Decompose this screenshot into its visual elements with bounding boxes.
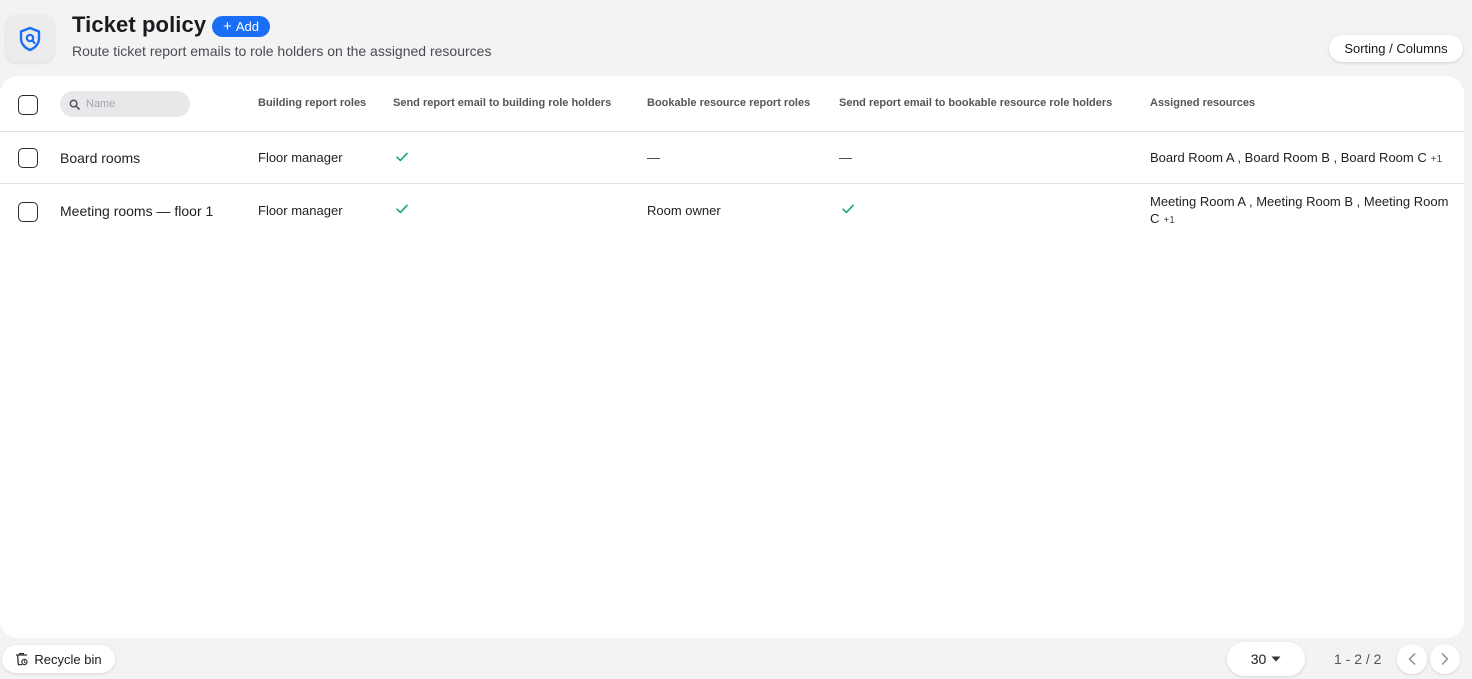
table-row[interactable]: Meeting rooms — floor 1 Floor manager Ro…: [0, 184, 1464, 240]
add-button[interactable]: + Add: [212, 16, 270, 37]
table-panel: Building report roles Send report email …: [0, 76, 1464, 638]
plus-icon: +: [223, 17, 232, 35]
page-title: Ticket policy: [72, 12, 207, 37]
trash-icon: [16, 653, 28, 666]
assigned-resources-list: Board Room A , Board Room B , Board Room…: [1150, 150, 1427, 165]
check-icon: [396, 204, 408, 214]
assigned-resources: Meeting Room A , Meeting Room B , Meetin…: [1150, 193, 1462, 229]
chevron-right-icon: [1441, 653, 1449, 665]
column-assigned-resources[interactable]: Assigned resources: [1150, 97, 1255, 109]
add-button-label: Add: [235, 19, 259, 34]
recycle-bin-button[interactable]: Recycle bin: [2, 645, 115, 673]
search-input[interactable]: [86, 98, 182, 110]
send-bookable-email-value: —: [839, 150, 852, 165]
table-row[interactable]: Board rooms Floor manager — — Board Room…: [0, 132, 1464, 184]
building-report-roles: Floor manager: [258, 203, 343, 218]
caret-down-icon: [1271, 656, 1281, 662]
table-header: Building report roles Send report email …: [0, 76, 1464, 132]
shield-icon: [19, 26, 41, 51]
column-building-report-roles[interactable]: Building report roles: [258, 97, 366, 109]
pagination-info: 1 - 2 / 2: [1334, 651, 1382, 667]
items-per-page-value: 30: [1250, 651, 1267, 667]
more-resources-badge[interactable]: +1: [1431, 154, 1442, 165]
column-bookable-resource-report-roles[interactable]: Bookable resource report roles: [647, 97, 810, 109]
recycle-bin-label: Recycle bin: [34, 651, 102, 667]
previous-page-button[interactable]: [1397, 644, 1427, 674]
search-icon: [69, 99, 80, 110]
check-icon: [842, 204, 854, 214]
next-page-button[interactable]: [1430, 644, 1460, 674]
assigned-resources: Board Room A , Board Room B , Board Room…: [1150, 149, 1462, 168]
check-icon: [396, 152, 408, 162]
bookable-resource-report-roles: Room owner: [647, 203, 721, 218]
row-checkbox[interactable]: [18, 148, 38, 168]
select-all-checkbox[interactable]: [18, 95, 38, 115]
more-resources-badge[interactable]: +1: [1163, 215, 1174, 226]
chevron-left-icon: [1408, 653, 1416, 665]
policy-name[interactable]: Board rooms: [60, 150, 140, 166]
page-subtitle: Route ticket report emails to role holde…: [72, 43, 492, 59]
column-send-bookable-email[interactable]: Send report email to bookable resource r…: [839, 97, 1112, 109]
assigned-resources-list: Meeting Room A , Meeting Room B , Meetin…: [1150, 194, 1449, 226]
building-report-roles: Floor manager: [258, 150, 343, 165]
search-field[interactable]: [60, 91, 190, 117]
policy-name[interactable]: Meeting rooms — floor 1: [60, 203, 213, 219]
app-logo: [6, 15, 54, 62]
column-send-building-email[interactable]: Send report email to building role holde…: [393, 97, 611, 109]
sorting-columns-button[interactable]: Sorting / Columns: [1329, 35, 1463, 62]
items-per-page-select[interactable]: 30: [1227, 642, 1305, 676]
row-checkbox[interactable]: [18, 202, 38, 222]
bookable-resource-report-roles: —: [647, 150, 660, 165]
